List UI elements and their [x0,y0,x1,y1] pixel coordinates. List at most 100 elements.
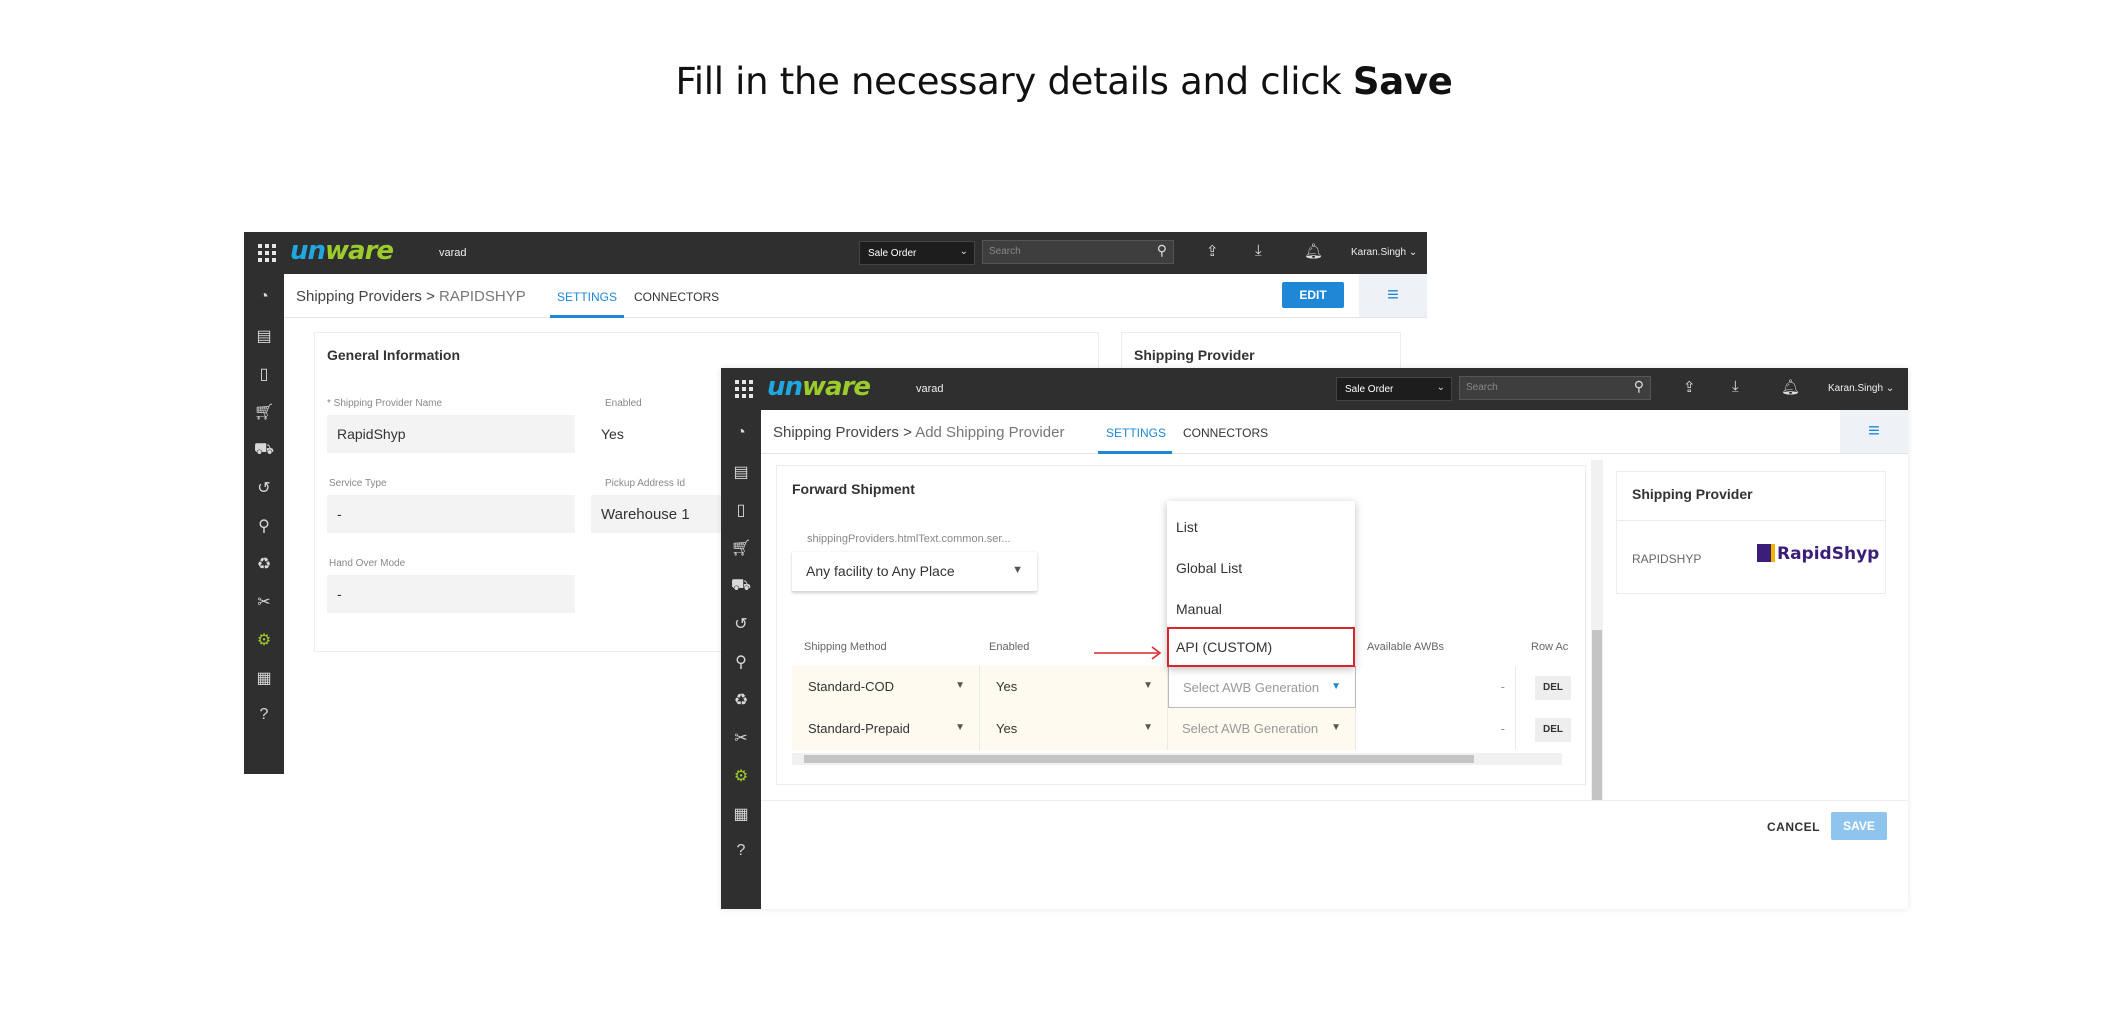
provider-side-title: Shipping Provider [1134,347,1255,363]
menu-icon[interactable]: ≡ [1359,274,1427,317]
menu-icon[interactable]: ≡ [1840,410,1908,453]
reports-icon[interactable]: ▦ [244,668,284,688]
apps-grid-icon[interactable] [258,244,276,262]
recycle-icon[interactable]: ♻ [721,690,761,710]
sidebar: ◔ ▤ ▯ 🛒︎ ⛟ ↺ ⚲ ♻ ✂ ⚙ ▦ ? [244,274,284,774]
products-icon[interactable]: ▯ [244,364,284,384]
provider-name: RAPIDSHYP [1632,552,1702,566]
help-icon[interactable]: ? [721,842,761,860]
chevron-down-icon: ▼ [955,680,965,691]
row1-enabled-select[interactable]: Yes ▼ [980,666,1168,708]
chevron-down-icon: ▼ [1012,564,1023,576]
edit-button[interactable]: EDIT [1282,282,1344,308]
returns-icon[interactable]: ↺ [244,478,284,498]
unware-logo[interactable]: unware [290,236,394,266]
provider-panel-title: Shipping Provider [1632,486,1753,502]
option-list[interactable]: List [1167,512,1355,542]
save-button[interactable]: SAVE [1831,812,1887,840]
upload-icon[interactable]: ⇪ [1206,242,1219,260]
search-input[interactable]: Search ⚲ [982,240,1174,264]
sub-header: Shipping Providers > Add Shipping Provid… [761,410,1908,454]
cart-icon[interactable]: 🛒︎ [721,538,761,558]
reports-icon[interactable]: ▦ [721,804,761,824]
breadcrumb-parent[interactable]: Shipping Providers [773,424,899,441]
chevron-down-icon: ▼ [1331,722,1341,733]
pickup-address-label: Pickup Address Id [605,478,686,489]
products-icon[interactable]: ▯ [721,500,761,520]
option-global-list[interactable]: Global List [1167,553,1355,583]
service-type-field[interactable]: - [327,495,575,533]
search-icon[interactable]: ⚲ [1634,378,1644,395]
settings-gear-icon[interactable]: ⚙ [721,766,761,786]
shipping-icon[interactable]: ⛟ [244,440,284,460]
sub-header: Shipping Providers > RAPIDSHYP SETTINGS … [284,274,1427,318]
breadcrumb-parent[interactable]: Shipping Providers [296,288,422,305]
scrollbar-thumb[interactable] [1592,630,1602,800]
tab-settings[interactable]: SETTINGS [1106,426,1166,440]
row1-method-select[interactable]: Standard-COD ▼ [792,666,980,708]
download-icon[interactable]: ⤓ [1255,242,1262,259]
footer-bar [761,800,1908,852]
tab-connectors[interactable]: CONNECTORS [634,290,719,304]
tab-underline [550,315,624,318]
forward-shipment-title: Forward Shipment [792,481,915,497]
awb-generation-dropdown: List Global List Manual API (CUSTOM) [1167,501,1355,667]
shipping-icon[interactable]: ⛟ [721,576,761,596]
option-api-custom[interactable]: API (CUSTOM) [1167,627,1355,667]
download-icon[interactable]: ⤓ [1732,378,1739,395]
row2-enabled-select[interactable]: Yes ▼ [980,708,1168,750]
cancel-button[interactable]: CANCEL [1767,820,1820,834]
instruction-heading: Fill in the necessary details and click … [0,60,2128,103]
vertical-scrollbar[interactable] [1591,460,1603,800]
cart-icon[interactable]: 🛒︎ [244,402,284,422]
orders-icon[interactable]: ▤ [721,462,761,482]
search-icon[interactable]: ⚲ [1157,242,1167,259]
settings-gear-icon[interactable]: ⚙ [244,630,284,650]
option-manual[interactable]: Manual [1167,594,1355,624]
dashboard-icon[interactable]: ◔ [244,288,284,306]
search-input[interactable]: Search ⚲ [1459,376,1651,400]
facility-select[interactable]: Any facility to Any Place ▼ [792,552,1037,592]
row1-delete-button[interactable]: DEL [1535,676,1571,700]
instruction-bold: Save [1352,60,1453,103]
row2-awb-select[interactable]: Select AWB Generation ▼ [1168,708,1356,750]
returns-icon[interactable]: ↺ [721,614,761,634]
row2-method-select[interactable]: Standard-Prepaid ▼ [792,708,980,750]
tab-underline [1098,451,1172,454]
row2-delete-button[interactable]: DEL [1535,718,1571,742]
upload-icon[interactable]: ⇪ [1683,378,1696,396]
provider-name-field[interactable]: RapidShyp [327,415,575,453]
user-menu[interactable]: Karan.Singh ⌄ [1828,383,1894,394]
user-menu[interactable]: Karan.Singh ⌄ [1351,247,1417,258]
tab-settings[interactable]: SETTINGS [557,290,617,304]
apparel-icon[interactable]: ⚲ [721,652,761,672]
tools-icon[interactable]: ✂ [244,592,284,612]
pointer-arrow [1094,646,1162,660]
apps-grid-icon[interactable] [735,380,753,398]
bell-icon[interactable]: 🔔︎ [1304,242,1323,260]
row2-available: - [1356,708,1516,750]
tenant-name: varad [916,383,944,395]
breadcrumb: Shipping Providers > RAPIDSHYP [296,288,526,305]
bell-icon[interactable]: 🔔︎ [1781,378,1800,396]
order-type-select[interactable]: Sale Order ⌄ [1336,377,1452,401]
col-available-awbs: Available AWBs [1367,641,1445,653]
order-type-select[interactable]: Sale Order ⌄ [859,241,975,265]
handover-mode-field[interactable]: - [327,575,575,613]
tools-icon[interactable]: ✂ [721,728,761,748]
breadcrumb-current: Add Shipping Provider [915,424,1065,441]
enabled-label: Enabled [605,398,642,409]
orders-icon[interactable]: ▤ [244,326,284,346]
handover-mode-label: Hand Over Mode [329,558,406,569]
dashboard-icon[interactable]: ◔ [721,424,761,442]
service-type-label: Service Type [329,478,387,489]
unware-logo[interactable]: unware [767,372,871,402]
scrollbar-thumb[interactable] [804,755,1474,763]
top-bar: unware varad Sale Order ⌄ Search ⚲ ⇪ ⤓ 🔔︎ … [721,368,1908,410]
help-icon[interactable]: ? [244,706,284,724]
tab-connectors[interactable]: CONNECTORS [1183,426,1268,440]
apparel-icon[interactable]: ⚲ [244,516,284,536]
recycle-icon[interactable]: ♻ [244,554,284,574]
row1-awb-select[interactable]: Select AWB Generation ▼ [1168,666,1356,708]
horizontal-scrollbar[interactable] [792,753,1562,765]
